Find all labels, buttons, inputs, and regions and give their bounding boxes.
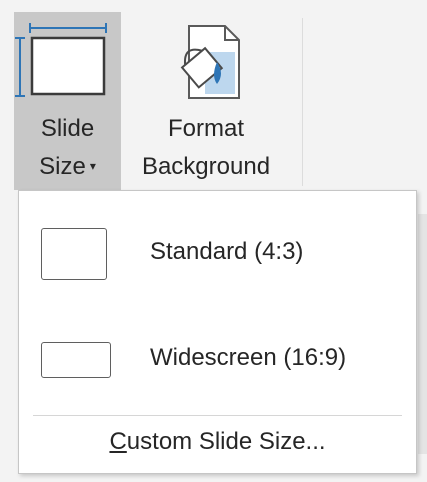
format-background-icon [121,22,291,102]
standard-option-label: Standard (4:3) [150,238,304,265]
format-background-label-line1: Format [167,115,244,142]
ribbon-group-customize: Slide Size ▾ Format Background [0,0,427,200]
widescreen-option[interactable]: Widescreen (16:9) [19,305,416,415]
format-background-label-line2: Background [141,153,271,180]
slide-size-dropdown: Standard (4:3) Widescreen (16:9) Custom … [18,190,417,474]
ribbon-separator [302,18,303,186]
slide-size-icon [14,22,121,102]
widescreen-option-label: Widescreen (16:9) [150,344,347,371]
slide-size-label-line2: Size ▾ [39,153,96,180]
custom-mnemonic: C [109,428,127,455]
format-background-button[interactable]: Format Background [121,12,291,190]
gallery-scroll-edge [418,214,427,454]
caret-down-icon: ▾ [89,159,96,173]
slide-size-button[interactable]: Slide Size ▾ [14,12,121,190]
widescreen-slide-thumbnail [41,342,111,378]
menu-divider [33,415,402,416]
standard-slide-thumbnail [41,228,107,280]
standard-option[interactable]: Standard (4:3) [19,199,416,309]
custom-slide-size-button[interactable]: Custom Slide Size... [19,427,416,463]
slide-size-label-line1: Slide [40,115,95,142]
custom-label-rest: ustom Slide Size... [126,428,326,455]
